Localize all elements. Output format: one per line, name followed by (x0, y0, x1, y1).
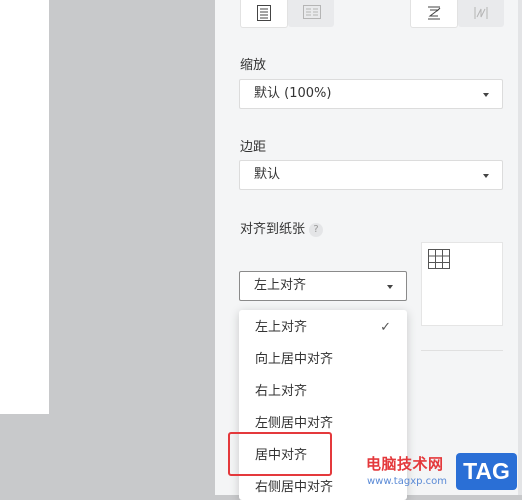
split-cells-button[interactable] (458, 0, 504, 27)
layout-grid-button[interactable] (288, 0, 334, 27)
menu-item-label: 右侧居中对齐 (255, 480, 334, 495)
menu-item-align-top-right[interactable]: 右上对齐 (239, 376, 407, 408)
check-icon: ✓ (380, 320, 391, 335)
merge-cells-button[interactable] (410, 0, 458, 28)
menu-item-align-top-left[interactable]: 左上对齐 ✓ (239, 312, 407, 344)
watermark-text: 电脑技术网 (366, 455, 444, 473)
layout-grid-icon (303, 5, 321, 19)
watermark-tag-logo: TAG (456, 453, 517, 490)
align-select[interactable]: 左上对齐 (239, 271, 407, 301)
margin-select-value: 默认 (254, 167, 281, 182)
menu-item-align-top-center[interactable]: 向上居中对齐 (239, 344, 407, 376)
menu-item-label: 向上居中对齐 (255, 352, 334, 367)
chevron-down-icon (483, 93, 489, 97)
margin-label: 边距 (240, 140, 267, 155)
split-cells-icon (474, 7, 488, 19)
merge-cells-icon (428, 6, 441, 20)
layout-list-button[interactable] (240, 0, 288, 28)
panel-scrollbar-track[interactable] (518, 0, 522, 495)
scale-select-value: 默认 (100%) (254, 86, 332, 101)
chevron-down-icon (483, 174, 489, 178)
watermark-url: www.tagxp.com (367, 476, 447, 487)
layout-list-icon (257, 5, 271, 21)
menu-item-label: 左侧居中对齐 (255, 416, 334, 431)
highlight-box (228, 432, 332, 476)
align-select-value: 左上对齐 (254, 278, 307, 293)
table-grid-icon (428, 249, 450, 269)
chevron-down-icon (387, 285, 393, 289)
scale-label: 缩放 (240, 58, 267, 73)
divider (421, 350, 503, 351)
align-label-text: 对齐到纸张 (240, 222, 306, 237)
menu-item-label: 右上对齐 (255, 384, 308, 399)
align-label: 对齐到纸张? (240, 218, 324, 237)
margin-select[interactable]: 默认 (239, 160, 503, 190)
menu-item-label: 左上对齐 (255, 320, 308, 335)
help-icon[interactable]: ? (309, 223, 324, 237)
document-page (0, 0, 49, 414)
scale-select[interactable]: 默认 (100%) (239, 79, 503, 109)
align-preview (421, 242, 503, 326)
